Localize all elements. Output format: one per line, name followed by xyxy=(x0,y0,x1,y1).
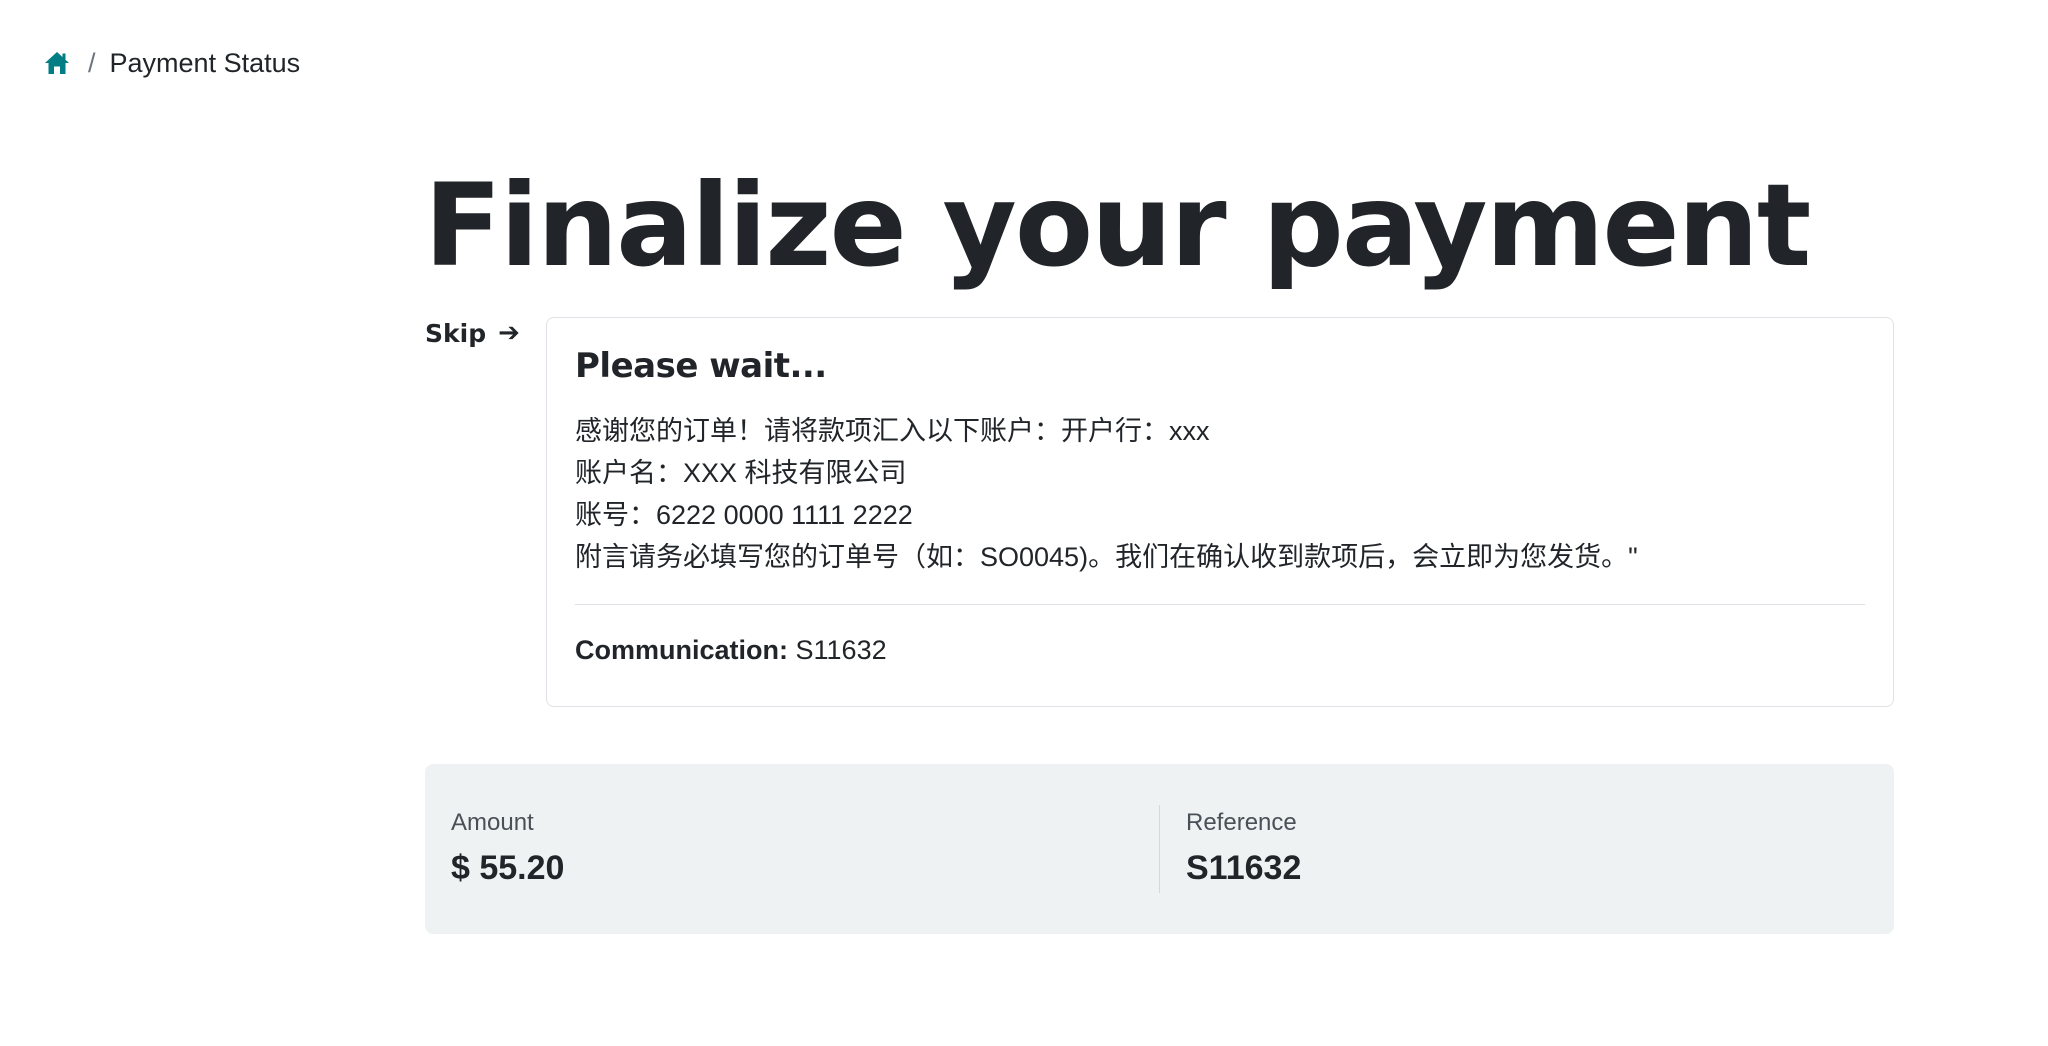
reference-value: S11632 xyxy=(1186,849,1302,887)
communication-row: Communication: S11632 xyxy=(575,635,1865,666)
breadcrumb: / Payment Status xyxy=(44,45,300,81)
instruction-line: 感谢您的订单！请将款项汇入以下账户：开户行：xxx xyxy=(575,416,1210,447)
instruction-line: 附言请务必填写您的订单号（如：SO0045)。我们在确认收到款项后，会立即为您发… xyxy=(575,542,1638,573)
instructions-text: 感谢您的订单！请将款项汇入以下账户：开户行：xxx 账户名：XXX 科技有限公司… xyxy=(575,410,1865,578)
communication-label: Communication: xyxy=(575,635,788,666)
breadcrumb-current: Payment Status xyxy=(109,47,301,78)
page-title: Finalize your payment xyxy=(424,159,1811,292)
card-heading: Please wait... xyxy=(575,346,827,386)
skip-button[interactable]: Skip ➔ xyxy=(425,318,520,348)
divider xyxy=(575,604,1865,606)
reference-label: Reference xyxy=(1186,809,1297,837)
payment-instructions-card: Please wait... 感谢您的订单！请将款项汇入以下账户：开户行：xxx… xyxy=(546,317,1894,707)
amount-label: Amount xyxy=(451,809,534,837)
amount-value: $ 55.20 xyxy=(451,849,565,887)
instruction-line: 账号：6222 0000 1111 2222 xyxy=(575,500,913,531)
skip-label: Skip xyxy=(425,318,487,348)
home-icon[interactable] xyxy=(44,50,70,76)
reference-column: Reference S11632 xyxy=(1159,805,1894,893)
communication-value: S11632 xyxy=(795,635,887,666)
instruction-line: 账户名：XXX 科技有限公司 xyxy=(575,458,907,489)
arrow-right-icon: ➔ xyxy=(498,318,520,348)
payment-summary: Amount $ 55.20 Reference S11632 xyxy=(425,764,1894,934)
amount-column: Amount $ 55.20 xyxy=(425,805,1159,893)
breadcrumb-separator: / xyxy=(88,47,96,78)
